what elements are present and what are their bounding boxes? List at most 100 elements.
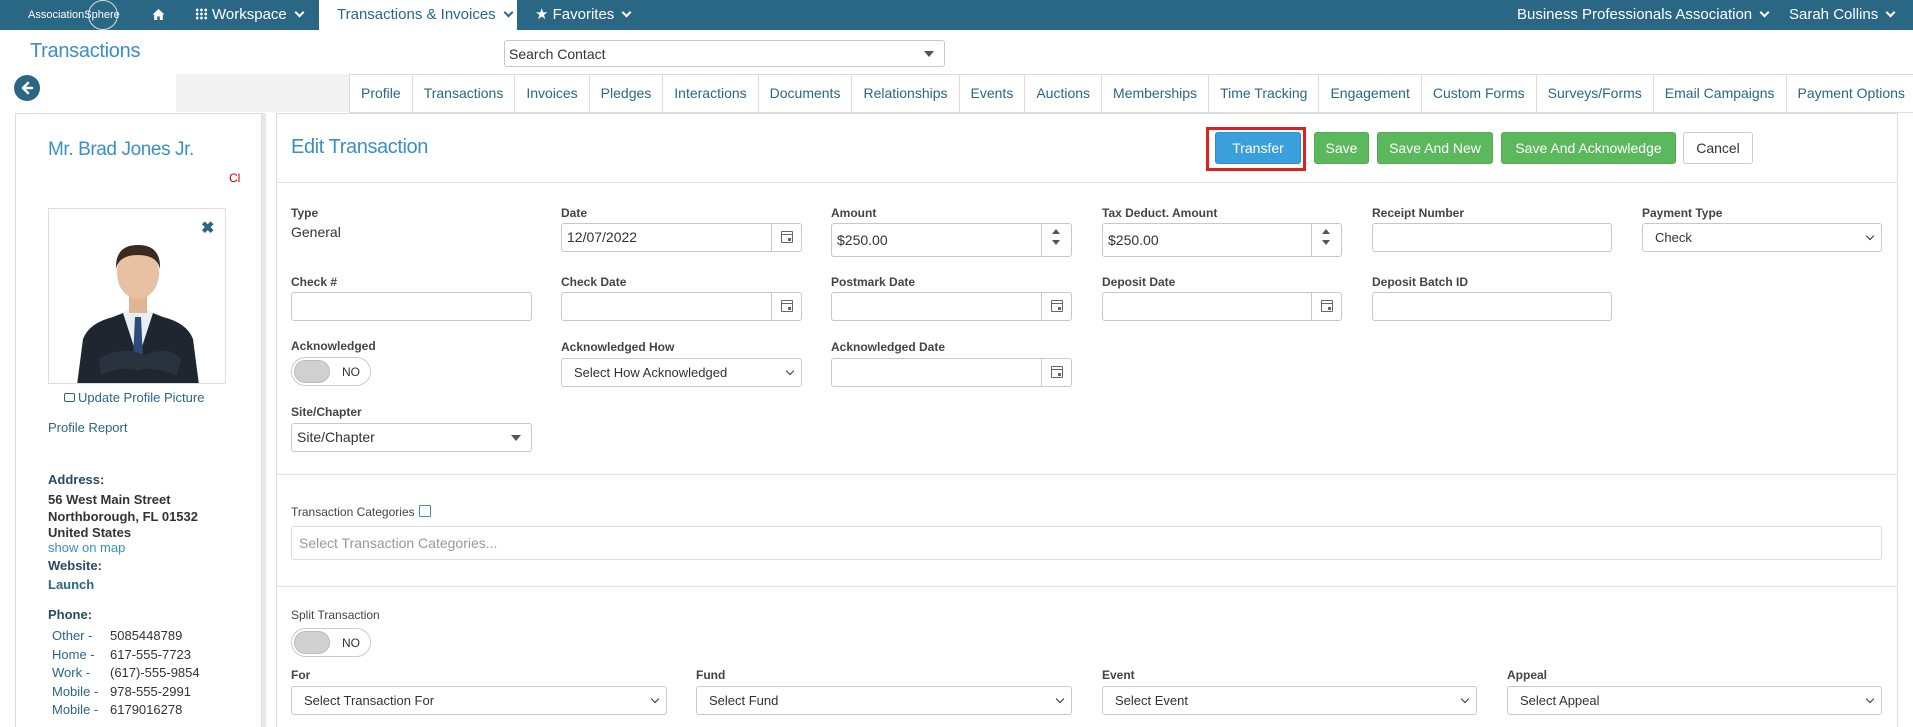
check-number-input[interactable]	[291, 292, 532, 321]
contact-sidebar: Mr. Brad Jones Jr. Cl ✖ Update Profile P…	[15, 113, 262, 727]
nav-organization[interactable]: Business Professionals Association	[1517, 0, 1770, 30]
sidebar-collapse-handle[interactable]	[262, 113, 266, 727]
check-number-label: Check #	[291, 275, 338, 289]
phone-row: Mobile -6179016278	[52, 702, 183, 717]
app-logo[interactable]: AssociationSphere	[28, 0, 124, 30]
site-chapter-label: Site/Chapter	[291, 405, 362, 419]
date-input[interactable]: 12/07/2022	[561, 223, 802, 252]
address-line: United States	[48, 525, 132, 540]
calendar-icon	[1051, 366, 1063, 378]
tab-pledges[interactable]: Pledges	[588, 75, 663, 113]
tab-payment-options[interactable]: Payment Options	[1785, 75, 1913, 113]
search-contact-select[interactable]: Search Contact	[504, 40, 945, 67]
transfer-button[interactable]: Transfer	[1215, 132, 1301, 164]
star-icon: ★	[535, 6, 549, 23]
cancel-button[interactable]: Cancel	[1683, 132, 1753, 164]
person-photo-icon	[49, 209, 225, 383]
nav-user-menu[interactable]: Sarah Collins	[1789, 0, 1896, 30]
edit-icon[interactable]	[418, 505, 431, 517]
save-and-new-button[interactable]: Save And New	[1377, 132, 1493, 164]
profile-photo	[48, 208, 226, 384]
contact-name[interactable]: Mr. Brad Jones Jr.	[48, 139, 194, 161]
deposit-date-input[interactable]	[1102, 292, 1342, 321]
caret-down-icon	[924, 51, 934, 57]
calendar-button[interactable]	[771, 224, 801, 251]
amount-input[interactable]: $250.00	[831, 223, 1072, 257]
tab-custom-forms[interactable]: Custom Forms	[1420, 75, 1536, 113]
event-label: Event	[1102, 668, 1135, 682]
event-select[interactable]: Select Event	[1102, 686, 1477, 715]
save-button[interactable]: Save	[1314, 132, 1369, 164]
amount-stepper[interactable]	[1041, 224, 1071, 256]
address-line: 56 West Main Street	[48, 492, 171, 507]
phone-row: Mobile -978-555-2991	[52, 684, 191, 699]
payment-type-select[interactable]: Check	[1642, 223, 1882, 252]
tab-surveys-forms[interactable]: Surveys/Forms	[1535, 75, 1653, 113]
receipt-number-input[interactable]	[1372, 223, 1612, 252]
deposit-batch-label: Deposit Batch ID	[1372, 275, 1469, 289]
update-profile-picture-link[interactable]: Update Profile Picture	[64, 390, 204, 405]
transaction-for-select[interactable]: Select Transaction For	[291, 686, 667, 715]
chevron-down-icon	[294, 7, 305, 18]
for-label: For	[291, 668, 311, 682]
caret-down-icon	[511, 435, 521, 441]
deposit-batch-input[interactable]	[1372, 292, 1612, 321]
receipt-number-label: Receipt Number	[1372, 206, 1465, 220]
tab-memberships[interactable]: Memberships	[1101, 75, 1209, 113]
profile-report-link[interactable]: Profile Report	[48, 420, 127, 435]
form-title: Edit Transaction	[291, 136, 429, 158]
tab-auctions[interactable]: Auctions	[1024, 75, 1102, 113]
calendar-icon	[781, 231, 793, 243]
acknowledged-toggle[interactable]: NO	[291, 357, 371, 386]
postmark-date-input[interactable]	[831, 292, 1072, 321]
tab-events[interactable]: Events	[958, 75, 1025, 113]
grid-icon	[195, 8, 208, 20]
save-and-acknowledge-button[interactable]: Save And Acknowledge	[1501, 132, 1676, 164]
calendar-button[interactable]	[771, 293, 801, 320]
tab-transactions[interactable]: Transactions	[411, 75, 515, 113]
tab-engagement[interactable]: Engagement	[1318, 75, 1421, 113]
tab-relationships[interactable]: Relationships	[851, 75, 959, 113]
fund-select[interactable]: Select Fund	[696, 686, 1072, 715]
calendar-button[interactable]	[1041, 293, 1071, 320]
home-icon[interactable]	[152, 8, 165, 21]
chevron-down-icon	[1865, 694, 1875, 704]
type-label: Type	[291, 206, 319, 220]
tax-deduct-stepper[interactable]	[1311, 224, 1341, 256]
tab-interactions[interactable]: Interactions	[662, 75, 758, 113]
top-navbar: AssociationSphere Workspace Transactions…	[0, 0, 1913, 30]
nav-favorites[interactable]: ★ Favorites	[535, 0, 632, 30]
acknowledged-how-select[interactable]: Select How Acknowledged	[561, 358, 802, 387]
website-launch-link[interactable]: Launch	[48, 577, 94, 592]
tab-time-tracking[interactable]: Time Tracking	[1208, 75, 1319, 113]
tab-email-campaigns[interactable]: Email Campaigns	[1652, 75, 1786, 113]
amount-label: Amount	[831, 206, 877, 220]
appeal-select[interactable]: Select Appeal	[1507, 686, 1882, 715]
chevron-down-icon	[1055, 694, 1065, 704]
nav-transactions-invoices[interactable]: Transactions & Invoices	[319, 0, 517, 30]
show-on-map-link[interactable]: show on map	[48, 540, 125, 555]
split-transaction-toggle[interactable]: NO	[291, 628, 371, 657]
calendar-button[interactable]	[1041, 359, 1071, 386]
tab-documents[interactable]: Documents	[757, 75, 852, 113]
postmark-date-label: Postmark Date	[831, 275, 916, 289]
back-arrow-icon[interactable]	[14, 75, 40, 101]
site-chapter-select[interactable]: Site/Chapter	[291, 423, 532, 452]
chevron-down-icon	[503, 7, 514, 18]
check-date-label: Check Date	[561, 275, 627, 289]
toggle-knob	[294, 631, 330, 654]
chevron-down-icon	[1865, 231, 1875, 241]
type-value: General	[291, 224, 341, 240]
acknowledged-date-input[interactable]	[831, 358, 1072, 387]
nav-workspace[interactable]: Workspace	[195, 0, 305, 30]
remove-photo-icon[interactable]: ✖	[201, 218, 214, 238]
tax-deduct-input[interactable]: $250.00	[1102, 223, 1342, 257]
calendar-button[interactable]	[1311, 293, 1341, 320]
acknowledged-label: Acknowledged	[291, 339, 376, 353]
contact-code: Cl	[229, 171, 241, 185]
acknowledged-date-label: Acknowledged Date	[831, 340, 946, 354]
transaction-categories-input[interactable]: Select Transaction Categories...	[291, 526, 1882, 560]
tab-profile[interactable]: Profile	[349, 75, 412, 113]
tab-invoices[interactable]: Invoices	[514, 75, 589, 113]
check-date-input[interactable]	[561, 292, 802, 321]
